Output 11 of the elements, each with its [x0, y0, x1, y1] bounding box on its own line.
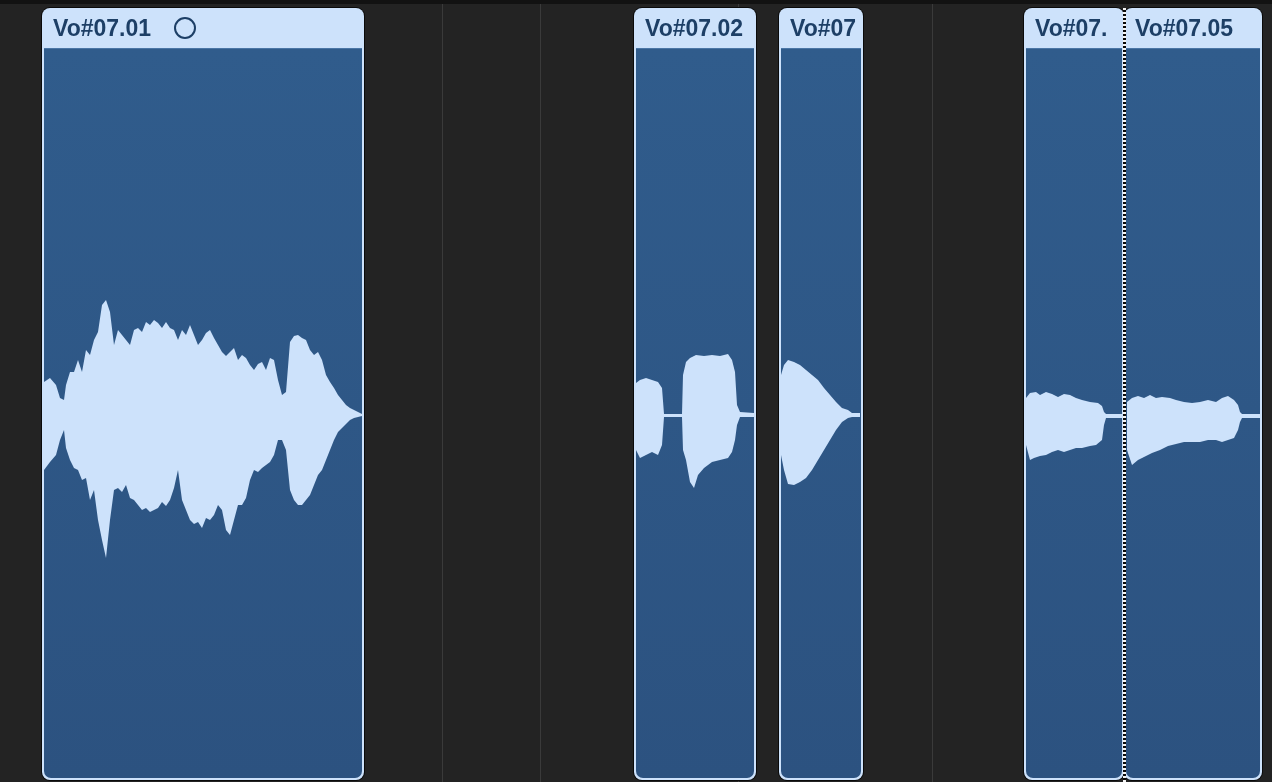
region-name: Vo#07 [790, 15, 857, 41]
region-name: Vo#07.05 [1135, 15, 1234, 41]
region-name: Vo#07.01 [53, 15, 152, 41]
audio-region[interactable]: Vo#07. [1024, 8, 1124, 780]
region-name: Vo#07.02 [645, 15, 744, 41]
audio-region[interactable]: Vo#07.01 [42, 8, 364, 780]
audio-region[interactable]: Vo#07 [779, 8, 863, 780]
audio-region[interactable]: Vo#07.05 [1124, 8, 1262, 780]
circle-icon [174, 17, 197, 39]
audio-region[interactable]: Vo#07.02 [634, 8, 756, 780]
region-name: Vo#07. [1035, 15, 1108, 41]
